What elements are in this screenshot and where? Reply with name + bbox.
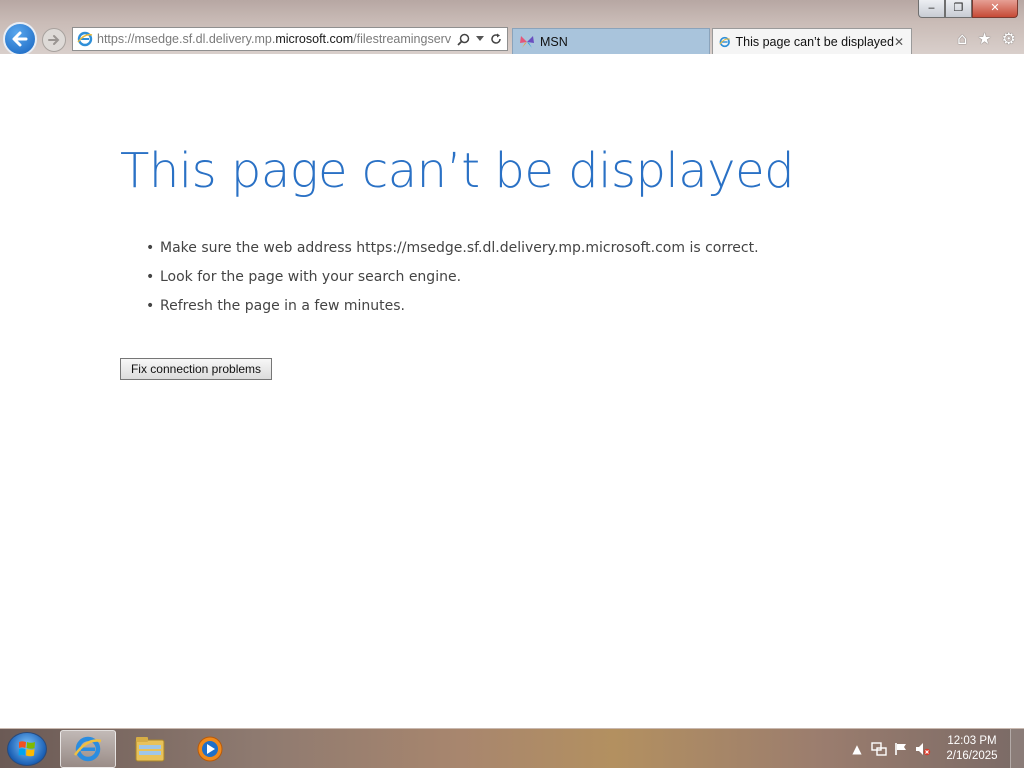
taskbar-media-player[interactable] xyxy=(182,730,238,768)
clock-time: 12:03 PM xyxy=(947,735,997,747)
network-icon[interactable] xyxy=(868,738,890,760)
tip-text: Make sure the web address https://msedge… xyxy=(160,240,759,256)
address-bar[interactable]: https://msedge.sf.dl.delivery.mp.microso… xyxy=(72,27,508,51)
ie-favicon xyxy=(77,31,93,47)
tools-gear-icon[interactable]: ⚙ xyxy=(1002,29,1016,49)
minimize-button[interactable]: ‒ xyxy=(918,0,945,18)
browser-chrome: ‒ ❐ ✕ https://msedge.sf.dl.delivery.mp.m… xyxy=(0,0,1024,56)
window-controls: ‒ ❐ ✕ xyxy=(918,0,1018,18)
tab-error-page[interactable]: This page can’t be displayed ✕ xyxy=(712,28,912,54)
tray-expand-icon[interactable]: ▲ xyxy=(846,738,868,760)
volume-muted-icon[interactable] xyxy=(912,738,934,760)
forward-button[interactable] xyxy=(42,28,66,52)
tips-list: • Make sure the web address https://msedg… xyxy=(146,237,759,324)
list-item: • Look for the page with your search engi… xyxy=(146,266,759,295)
maximize-button[interactable]: ❐ xyxy=(945,0,972,18)
command-icons: ⌂ ★ ⚙ xyxy=(957,29,1016,49)
show-desktop-button[interactable] xyxy=(1010,729,1024,768)
taskbar: ▲ 12:03 PM 2/16/2025 xyxy=(0,728,1024,768)
clock[interactable]: 12:03 PM 2/16/2025 xyxy=(934,734,1010,764)
msn-butterfly-icon xyxy=(520,35,534,48)
tip-text: Look for the page with your search engin… xyxy=(160,269,462,285)
action-center-flag-icon[interactable] xyxy=(890,738,912,760)
tip-text: Refresh the page in a few minutes. xyxy=(160,298,405,314)
home-icon[interactable]: ⌂ xyxy=(957,29,967,49)
ie-favicon xyxy=(719,36,730,47)
favorites-star-icon[interactable]: ★ xyxy=(977,29,991,49)
media-player-icon xyxy=(197,736,223,762)
back-arrow-icon xyxy=(12,31,28,47)
windows-start-icon xyxy=(18,741,35,757)
url-suffix: /filestreamingservic xyxy=(353,32,451,46)
list-item: • Make sure the web address https://msedg… xyxy=(146,237,759,266)
clock-date: 2/16/2025 xyxy=(946,750,998,762)
system-tray: ▲ 12:03 PM 2/16/2025 xyxy=(846,729,1024,768)
page-title: This page can’t be displayed xyxy=(120,143,795,199)
start-button[interactable] xyxy=(7,732,47,766)
tab-msn-label: MSN xyxy=(540,34,568,49)
address-tools xyxy=(457,33,502,46)
dropdown-icon[interactable] xyxy=(476,36,484,42)
taskbar-ie[interactable] xyxy=(60,730,116,768)
ie-icon xyxy=(73,736,102,762)
url-prefix: https://msedge.sf.dl.delivery.mp. xyxy=(97,32,276,46)
close-tab-button[interactable]: ✕ xyxy=(894,35,904,49)
url-domain: microsoft.com xyxy=(275,32,354,46)
forward-arrow-icon xyxy=(48,35,60,45)
back-button[interactable] xyxy=(3,22,37,56)
tab-msn[interactable]: MSN xyxy=(512,28,710,54)
list-item: • Refresh the page in a few minutes. xyxy=(146,295,759,324)
bullet: • xyxy=(146,298,155,314)
url-text[interactable]: https://msedge.sf.dl.delivery.mp.microso… xyxy=(97,32,451,46)
bullet: • xyxy=(146,240,155,256)
close-window-button[interactable]: ✕ xyxy=(972,0,1018,18)
fix-connection-button[interactable]: Fix connection problems xyxy=(120,358,272,380)
page-content: This page can’t be displayed • Make sure … xyxy=(0,54,1024,728)
file-explorer-icon xyxy=(135,737,165,762)
taskbar-file-explorer[interactable] xyxy=(122,730,178,768)
tab-error-page-label: This page can’t be displayed xyxy=(735,34,894,49)
refresh-icon[interactable] xyxy=(490,33,502,45)
search-icon[interactable] xyxy=(457,33,470,46)
bullet: • xyxy=(146,269,155,285)
